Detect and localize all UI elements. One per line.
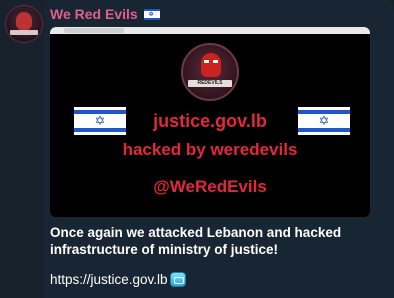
channel-name-text: We Red Evils [50, 6, 138, 22]
channel-avatar[interactable] [5, 5, 43, 43]
message-text: Once again we attacked Lebanon and hacke… [50, 225, 342, 257]
devil-mask-icon [16, 12, 32, 30]
cool-emoji-icon [169, 272, 186, 287]
url-bar [64, 28, 124, 33]
hacked-by-text: hacked by weredevils [122, 140, 298, 159]
logo-label: REDEVILS [188, 80, 232, 87]
redevils-logo: REDEVILS [181, 43, 239, 101]
avatar-badge [10, 30, 38, 35]
handle-text: @WeRedEvils [153, 177, 267, 196]
browser-bar [50, 27, 370, 34]
message-link-row: https://justice.gov.lb [50, 272, 186, 287]
israel-flag-icon: ✡ [143, 8, 160, 20]
defaced-domain: justice.gov.lb [153, 111, 267, 131]
channel-name[interactable]: We Red Evils ✡ [50, 6, 160, 22]
message-link[interactable]: https://justice.gov.lb [50, 272, 168, 287]
devil-mask-icon [201, 53, 221, 77]
media-image[interactable]: REDEVILS ✡ ✡ justice.gov.lb hacked by we… [50, 27, 370, 217]
